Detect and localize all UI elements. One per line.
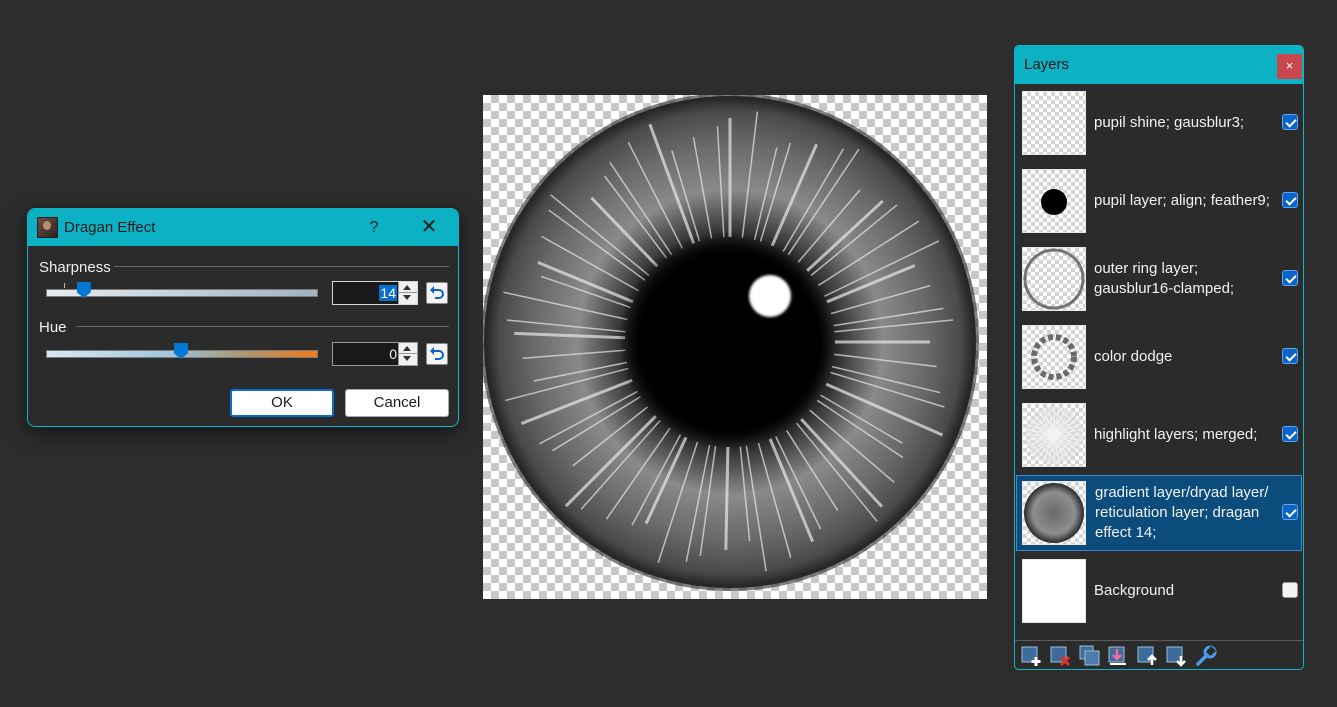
dialog-close-button[interactable]: ✕ [416, 209, 442, 246]
layer-visibility-checkbox[interactable] [1282, 582, 1298, 598]
move-layer-up-icon[interactable] [1137, 645, 1159, 667]
layer-name: color dodge [1094, 348, 1173, 365]
image-canvas[interactable] [483, 95, 987, 599]
layer-properties-icon[interactable] [1195, 645, 1217, 667]
layer-visibility-checkbox[interactable] [1282, 114, 1298, 130]
help-button[interactable]: ? [364, 209, 384, 246]
layers-toolbar [1015, 640, 1303, 669]
layer-name: pupil shine; gausblur3; [1094, 114, 1245, 131]
layer-visibility-checkbox[interactable] [1282, 504, 1298, 520]
layer-row[interactable]: pupil shine; gausblur3; [1016, 85, 1302, 161]
sharpness-reset-button[interactable] [426, 282, 448, 304]
layer-row[interactable]: outer ring layer; gausblur16-clamped; [1016, 241, 1302, 317]
layers-title-bar[interactable]: Layers × [1015, 46, 1303, 84]
undo-arrow-icon [430, 347, 444, 360]
layer-name: highlight layers; merged; [1094, 426, 1258, 443]
layer-visibility-checkbox[interactable] [1282, 426, 1298, 442]
hue-spin-arrows[interactable] [398, 343, 417, 365]
layer-visibility-checkbox[interactable] [1282, 348, 1298, 364]
layers-panel[interactable]: Layers × pupil shine; gausblur3; pupil l… [1014, 45, 1304, 670]
sharpness-spin-arrows[interactable] [398, 282, 417, 304]
layer-thumbnail [1022, 91, 1086, 155]
layer-thumbnail [1022, 403, 1086, 467]
hue-reset-button[interactable] [426, 343, 448, 365]
layers-close-button[interactable]: × [1277, 54, 1302, 79]
layer-row[interactable]: highlight layers; merged; [1016, 397, 1302, 473]
move-layer-down-icon[interactable] [1166, 645, 1188, 667]
hue-decrement-icon[interactable] [403, 356, 411, 361]
layer-thumbnail [1022, 247, 1086, 311]
hue-label: Hue [39, 319, 67, 336]
layers-title: Layers [1024, 56, 1070, 73]
hue-spinbox[interactable]: 0 [332, 342, 418, 366]
ok-button[interactable]: OK [230, 389, 334, 417]
delete-layer-icon[interactable] [1050, 645, 1072, 667]
add-layer-icon[interactable] [1021, 645, 1043, 667]
dialog-title: Dragan Effect [64, 219, 156, 236]
dragan-effect-dialog[interactable]: Dragan Effect ? ✕ Sharpness 14 Hue 0 OK … [27, 208, 459, 427]
cancel-button[interactable]: Cancel [345, 389, 449, 417]
layer-name: outer ring layer; gausblur16-clamped; [1094, 260, 1235, 297]
layer-thumbnail [1022, 169, 1086, 233]
hue-value[interactable]: 0 [389, 346, 397, 362]
sharpness-divider [114, 266, 449, 267]
sharpness-label: Sharpness [39, 259, 111, 276]
hue-divider [76, 326, 449, 327]
merge-down-icon[interactable] [1108, 645, 1130, 667]
sharpness-default-tick [64, 283, 65, 288]
iris-artwork [483, 95, 979, 591]
layer-thumbnail [1022, 325, 1086, 389]
layer-name: gradient layer/dryad layer/ reticulation… [1095, 484, 1269, 541]
sharpness-value[interactable]: 14 [379, 285, 397, 301]
sharpness-decrement-icon[interactable] [403, 295, 411, 300]
layer-row[interactable]: pupil layer; align; feather9; [1016, 163, 1302, 239]
layer-row-selected[interactable]: gradient layer/dryad layer/ reticulation… [1016, 475, 1302, 551]
hue-increment-icon[interactable] [403, 346, 411, 351]
layer-visibility-checkbox[interactable] [1282, 270, 1298, 286]
app-avatar-icon [37, 217, 58, 238]
sharpness-spinbox[interactable]: 14 [332, 281, 418, 305]
duplicate-layer-icon[interactable] [1079, 645, 1101, 667]
layer-name: pupil layer; align; feather9; [1094, 192, 1270, 209]
layer-visibility-checkbox[interactable] [1282, 192, 1298, 208]
layer-thumbnail [1022, 481, 1086, 545]
iris-ray [724, 446, 730, 550]
layer-row[interactable]: color dodge [1016, 319, 1302, 395]
sharpness-increment-icon[interactable] [403, 285, 411, 290]
layer-thumbnail [1022, 559, 1086, 623]
undo-arrow-icon [430, 286, 444, 299]
layer-row[interactable]: Background [1016, 553, 1302, 629]
dialog-title-bar[interactable]: Dragan Effect ? ✕ [28, 209, 458, 246]
layer-name: Background [1094, 582, 1175, 599]
